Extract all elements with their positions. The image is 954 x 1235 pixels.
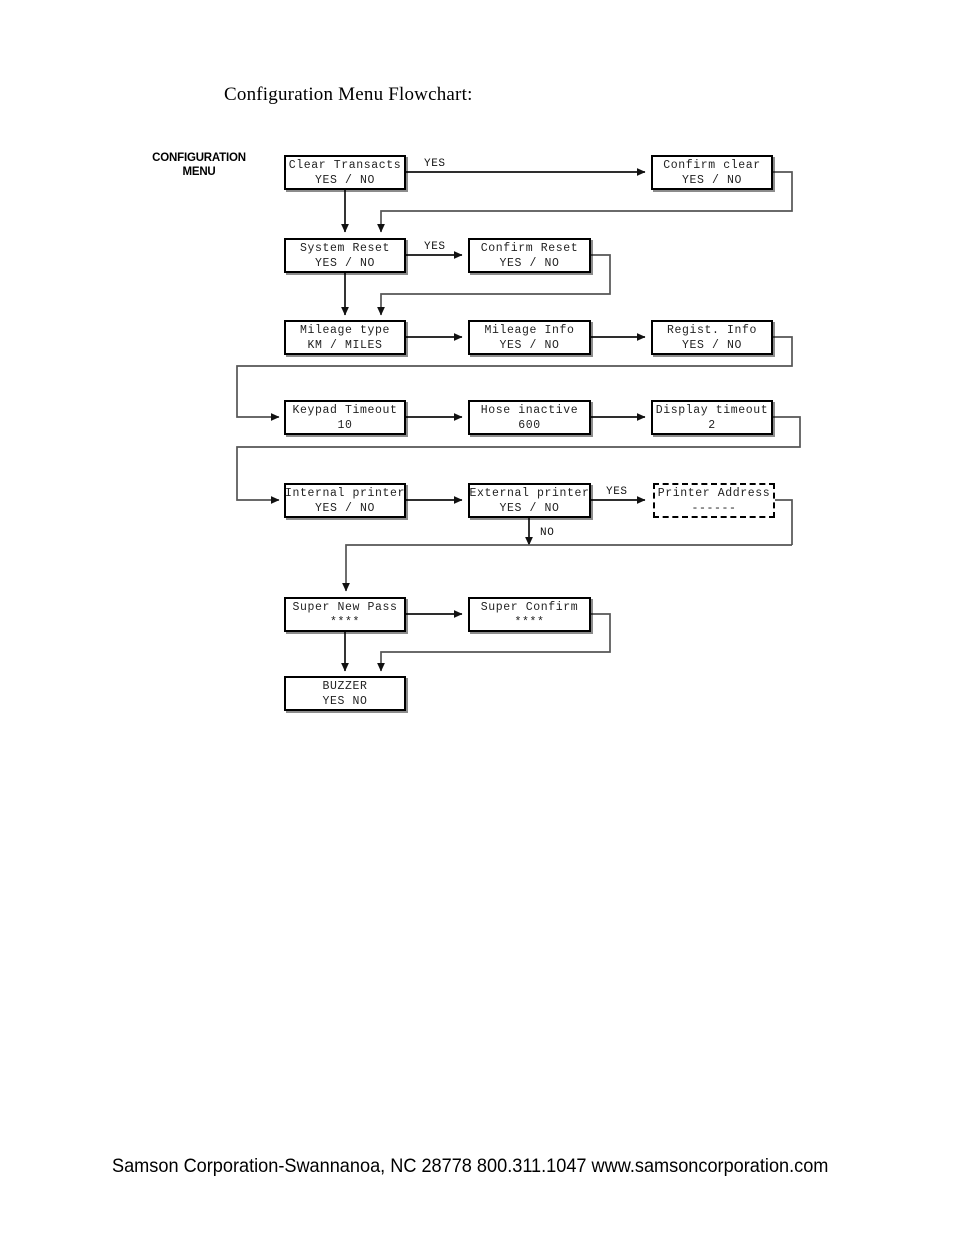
node-internal-printer[interactable]: Internal printer YES / NO	[284, 483, 406, 518]
node-keypad-timeout-line1: Keypad Timeout	[292, 403, 398, 417]
node-super-confirm-line1: Super Confirm	[480, 600, 579, 614]
edge-label-printer-no: NO	[540, 527, 555, 539]
node-system-reset-line2: YES / NO	[314, 256, 375, 270]
node-system-reset-line1: System Reset	[299, 241, 390, 255]
node-super-new-pass[interactable]: Super New Pass ****	[284, 597, 406, 632]
node-buzzer-line2: YES NO	[322, 694, 368, 708]
node-mileage-type-line1: Mileage type	[299, 323, 390, 337]
configuration-menu-label-line1: CONFIGURATION	[152, 152, 246, 164]
node-internal-printer-line1: Internal printer	[284, 486, 406, 500]
node-regist-info-line1: Regist. Info	[666, 323, 757, 337]
node-keypad-timeout[interactable]: Keypad Timeout 10	[284, 400, 406, 435]
node-confirm-reset-line2: YES / NO	[499, 256, 560, 270]
node-confirm-reset-line1: Confirm Reset	[480, 241, 579, 255]
node-clear-transacts-line2: YES / NO	[314, 173, 375, 187]
node-regist-info-line2: YES / NO	[681, 338, 742, 352]
edge-label-clear-yes: YES	[424, 158, 446, 170]
node-mileage-info-line2: YES / NO	[499, 338, 560, 352]
page-title: Configuration Menu Flowchart:	[224, 84, 473, 105]
node-system-reset[interactable]: System Reset YES / NO	[284, 238, 406, 273]
node-display-timeout-line1: Display timeout	[655, 403, 769, 417]
node-confirm-clear-line2: YES / NO	[681, 173, 742, 187]
node-hose-inactive[interactable]: Hose inactive 600	[468, 400, 591, 435]
edge-label-reset-yes: YES	[424, 241, 446, 253]
node-hose-inactive-line2: 600	[518, 418, 541, 432]
node-super-confirm[interactable]: Super Confirm ****	[468, 597, 591, 632]
node-clear-transacts[interactable]: Clear Transacts YES / NO	[284, 155, 406, 190]
node-external-printer[interactable]: External printer YES / NO	[468, 483, 591, 518]
node-external-printer-line2: YES / NO	[499, 501, 560, 515]
configuration-menu-label: CONFIGURATION MENU	[148, 151, 250, 179]
node-super-new-pass-line2: ****	[329, 615, 360, 629]
configuration-menu-label-line2: MENU	[182, 166, 216, 178]
node-keypad-timeout-line2: 10	[337, 418, 353, 432]
node-external-printer-line1: External printer	[469, 486, 590, 500]
node-confirm-clear-line1: Confirm clear	[663, 158, 761, 172]
node-printer-address[interactable]: Printer Address ------	[653, 483, 775, 518]
node-internal-printer-line2: YES / NO	[314, 501, 375, 515]
node-super-new-pass-line1: Super New Pass	[292, 600, 398, 614]
node-clear-transacts-line1: Clear Transacts	[288, 158, 402, 172]
edge-label-printer-yes: YES	[606, 486, 628, 498]
node-printer-address-line1: Printer Address	[657, 486, 771, 500]
node-regist-info[interactable]: Regist. Info YES / NO	[651, 320, 773, 355]
node-display-timeout-line2: 2	[708, 418, 716, 432]
node-mileage-type[interactable]: Mileage type KM / MILES	[284, 320, 406, 355]
node-display-timeout[interactable]: Display timeout 2	[651, 400, 773, 435]
node-super-confirm-line2: ****	[514, 615, 545, 629]
page-footer: Samson Corporation-Swannanoa, NC 28778 8…	[112, 1155, 829, 1177]
node-printer-address-line2: ------	[691, 501, 737, 515]
node-confirm-reset[interactable]: Confirm Reset YES / NO	[468, 238, 591, 273]
node-confirm-clear[interactable]: Confirm clear YES / NO	[651, 155, 773, 190]
node-mileage-info-line1: Mileage Info	[484, 323, 575, 337]
node-mileage-info[interactable]: Mileage Info YES / NO	[468, 320, 591, 355]
node-mileage-type-line2: KM / MILES	[307, 338, 383, 352]
flowchart-page: Configuration Menu Flowchart: CONFIGURAT…	[0, 0, 954, 1235]
node-hose-inactive-line1: Hose inactive	[480, 403, 579, 417]
node-buzzer[interactable]: BUZZER YES NO	[284, 676, 406, 711]
node-buzzer-line1: BUZZER	[322, 679, 368, 693]
